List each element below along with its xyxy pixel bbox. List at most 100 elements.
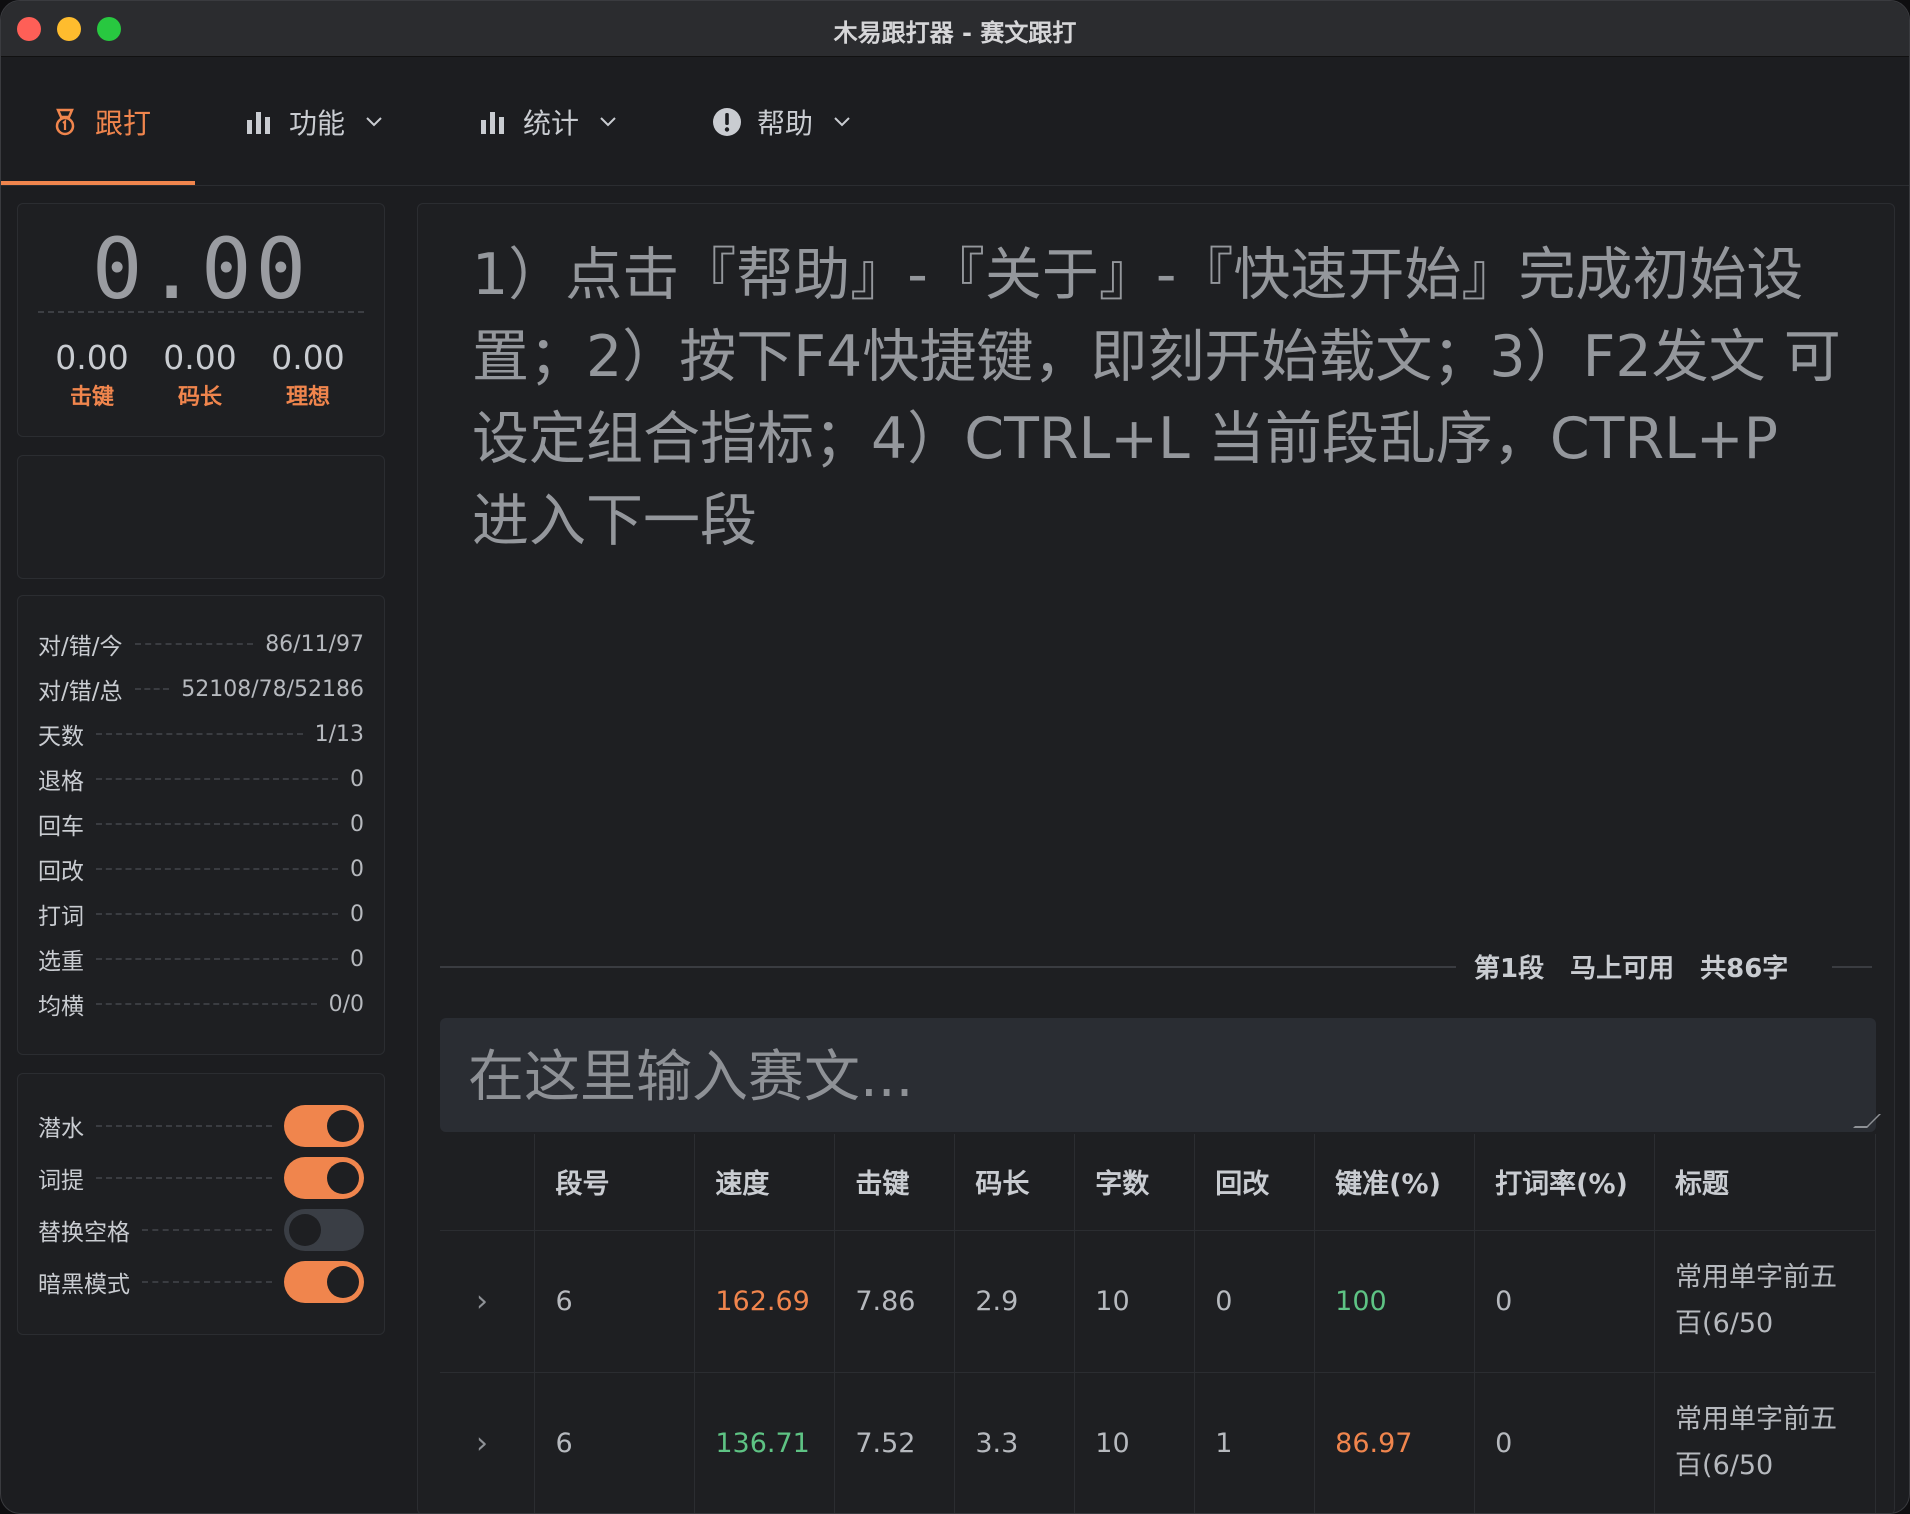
top-nav: 跟打 功能 统计 帮助 <box>1 58 1909 186</box>
segment-info: 第1段 马上可用 共86字 <box>1474 948 1788 985</box>
cell-speed: 162.69 <box>694 1230 836 1373</box>
table-row[interactable]: › 6 162.69 7.86 2.9 10 0 100 0 常用单字前五百(6… <box>440 1230 1876 1373</box>
stat-value: 86/11/97 <box>265 631 364 657</box>
stat-label: 对/错/总 <box>38 679 123 705</box>
cell-segment: 6 <box>534 1230 696 1373</box>
code-length-value: 0.00 <box>163 338 237 377</box>
toggle-label: 词提 <box>38 1168 84 1194</box>
word-hint-toggle[interactable] <box>284 1157 364 1199</box>
ideal-stat: 0.00 理想 <box>258 338 358 411</box>
cell-segment: 6 <box>534 1372 696 1513</box>
toggle-row-replace-space: 替换空格 <box>38 1208 364 1252</box>
toggle-row-dive: 潜水 <box>38 1104 364 1148</box>
nav-tab-follow-type-label: 跟打 <box>95 107 152 140</box>
segment-char-count: 共86字 <box>1700 954 1789 984</box>
divider <box>38 311 364 313</box>
nav-menu-functions-label: 功能 <box>289 107 346 140</box>
cell-corrections: 0 <box>1194 1230 1316 1373</box>
bar-chart-icon <box>247 112 270 134</box>
cell-code-length: 3.3 <box>954 1372 1076 1513</box>
nav-menu-functions[interactable]: 功能 <box>243 58 383 186</box>
medal-icon <box>55 108 75 136</box>
table-header[interactable]: 击键 <box>834 1134 956 1231</box>
ideal-value: 0.00 <box>271 338 345 377</box>
stat-row-enter: 回车 0 <box>38 809 364 841</box>
toggles-panel: 潜水 词提 替换空格 暗黑模式 <box>17 1073 385 1335</box>
nav-tab-follow-type[interactable]: 跟打 <box>49 58 151 186</box>
cell-title: 常用单字前五百(6/50 <box>1654 1230 1876 1373</box>
nav-menu-help[interactable]: 帮助 <box>711 58 851 186</box>
speed-display: 0.00 <box>91 220 311 318</box>
divider <box>440 966 1456 968</box>
stat-label: 回车 <box>38 814 84 840</box>
chevron-down-icon <box>834 117 850 127</box>
stat-value: 0 <box>350 811 364 837</box>
stat-value: 0 <box>350 946 364 972</box>
stat-value: 0 <box>350 766 364 792</box>
app-window: 木易跟打器 - 赛文跟打 跟打 功能 统计 帮助 0.00 0.00 击键 0.… <box>0 0 1910 1514</box>
table-header[interactable]: 标题 <box>1654 1134 1876 1231</box>
stat-value: 0 <box>350 856 364 882</box>
stat-label: 选重 <box>38 949 84 975</box>
table-header-expand <box>440 1134 536 1231</box>
chevron-down-icon <box>600 117 616 127</box>
row-expand-chevron-icon[interactable]: › <box>440 1230 536 1373</box>
stat-label: 打词 <box>38 904 84 930</box>
code-length-label: 码长 <box>177 385 222 410</box>
stat-label: 退格 <box>38 769 84 795</box>
table-header[interactable]: 段号 <box>534 1134 696 1231</box>
cell-corrections: 1 <box>1194 1372 1316 1513</box>
segment-number: 第1段 <box>1474 954 1545 984</box>
keystroke-label: 击键 <box>69 385 114 410</box>
cell-keystroke: 7.86 <box>834 1230 956 1373</box>
table-header-row: 段号 速度 击键 码长 字数 回改 键准(%) 打词率(%) 标题 <box>440 1134 1876 1231</box>
table-row[interactable]: › 6 136.71 7.52 3.3 10 1 86.97 0 常用单字前五百… <box>440 1372 1876 1513</box>
keystroke-stat: 0.00 击键 <box>42 338 142 411</box>
cell-accuracy: 86.97 <box>1314 1372 1476 1513</box>
stat-value: 0/0 <box>328 991 364 1017</box>
stat-label: 均横 <box>38 994 84 1020</box>
results-table: 段号 速度 击键 码长 字数 回改 键准(%) 打词率(%) 标题 › 6 16… <box>440 1134 1876 1513</box>
ideal-label: 理想 <box>285 385 330 410</box>
cell-accuracy: 100 <box>1314 1230 1476 1373</box>
stat-row-total: 对/错/总 52108/78/52186 <box>38 674 364 706</box>
replace-space-toggle[interactable] <box>284 1209 364 1251</box>
chevron-down-icon <box>366 117 382 127</box>
toggle-label: 暗黑模式 <box>38 1272 130 1298</box>
bar-chart-icon <box>481 112 504 134</box>
table-header[interactable]: 速度 <box>694 1134 836 1231</box>
stat-label: 回改 <box>38 859 84 885</box>
article-text: 1）点击『帮助』-『关于』-『快速开始』完成初始设置；2）按下F4快捷键，即刻开… <box>472 242 1841 554</box>
nav-menu-statistics-label: 统计 <box>523 107 580 140</box>
table-header[interactable]: 字数 <box>1074 1134 1196 1231</box>
table-header[interactable]: 键准(%) <box>1314 1134 1476 1231</box>
speed-panel: 0.00 0.00 击键 0.00 码长 0.00 理想 <box>17 203 385 437</box>
typing-input[interactable] <box>440 1018 1876 1132</box>
nav-menu-help-label: 帮助 <box>757 107 814 140</box>
exclamation-circle-icon <box>713 108 741 136</box>
stats-panel: 对/错/今 86/11/97 对/错/总 52108/78/52186 天数 1… <box>17 595 385 1055</box>
cell-keystroke: 7.52 <box>834 1372 956 1513</box>
stat-label: 天数 <box>38 724 84 750</box>
keystroke-value: 0.00 <box>55 338 129 377</box>
table-header[interactable]: 回改 <box>1194 1134 1316 1231</box>
cell-char-count: 10 <box>1074 1372 1196 1513</box>
stat-row-candidate-select: 选重 0 <box>38 944 364 976</box>
stat-row-today: 对/错/今 86/11/97 <box>38 629 364 661</box>
table-header[interactable]: 打词率(%) <box>1474 1134 1656 1231</box>
stat-value: 1/13 <box>314 721 364 747</box>
table-header[interactable]: 码长 <box>954 1134 1076 1231</box>
stat-row-correction: 回改 0 <box>38 854 364 886</box>
dark-mode-toggle[interactable] <box>284 1261 364 1303</box>
toggle-row-dark-mode: 暗黑模式 <box>38 1260 364 1304</box>
row-expand-chevron-icon[interactable]: › <box>440 1372 536 1513</box>
stat-row-days: 天数 1/13 <box>38 719 364 751</box>
toggle-row-word-hint: 词提 <box>38 1156 364 1200</box>
nav-menu-statistics[interactable]: 统计 <box>477 58 617 186</box>
cell-title: 常用单字前五百(6/50 <box>1654 1372 1876 1513</box>
cell-code-length: 2.9 <box>954 1230 1076 1373</box>
title-bar: 木易跟打器 - 赛文跟打 <box>1 1 1909 57</box>
segment-status: 马上可用 <box>1570 954 1675 984</box>
dive-toggle[interactable] <box>284 1105 364 1147</box>
stat-value: 52108/78/52186 <box>181 676 364 702</box>
